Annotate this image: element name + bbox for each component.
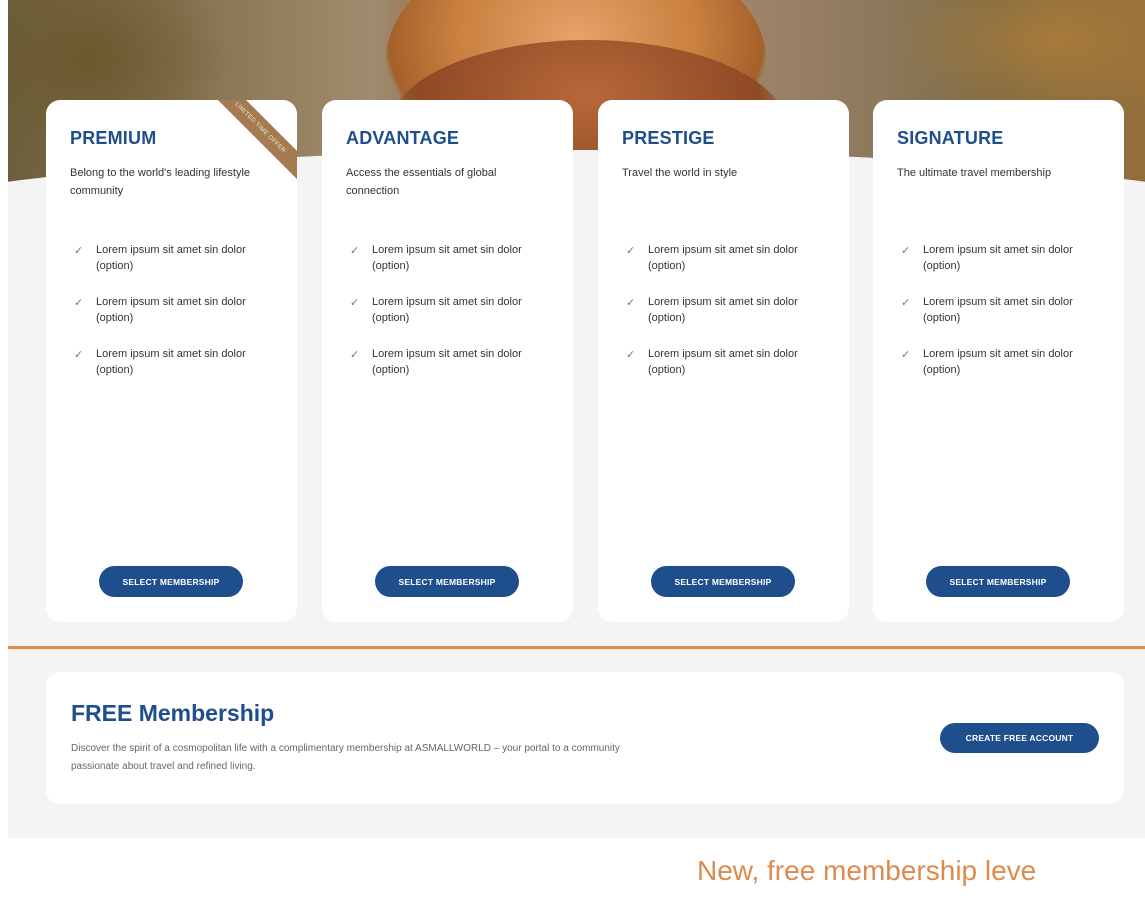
create-free-account-button[interactable]: CREATE FREE ACCOUNT [940,723,1099,753]
plan-title: PRESTIGE [622,128,715,148]
plan-card-signature: SIGNATURE The ultimate travel membership… [873,100,1124,622]
plan-feature-text: Lorem ipsum sit amet sin dolor (option) [372,348,522,376]
select-membership-button[interactable]: SELECT MEMBERSHIP [375,566,519,597]
plan-feature-text: Lorem ipsum sit amet sin dolor (option) [96,296,246,324]
plan-feature-text: Lorem ipsum sit amet sin dolor (option) [648,244,798,272]
plan-card-premium: LIMITED TIME OFFER PREMIUM Belong to the… [46,100,297,622]
plan-features: ✓ Lorem ipsum sit amet sin dolor (option)… [626,242,818,398]
plan-description: The ultimate travel membership [897,167,1052,179]
check-icon: ✓ [626,297,636,309]
plan-title: PREMIUM [70,128,157,148]
check-icon: ✓ [626,349,636,361]
plan-feature-text: Lorem ipsum sit amet sin dolor (option) [96,244,246,272]
page-frame: LIMITED TIME OFFER PREMIUM Belong to the… [8,0,1145,838]
free-membership-title: FREE Membership [71,700,275,726]
free-membership-card: FREE Membership Discover the spirit of a… [46,672,1124,804]
select-membership-button[interactable]: SELECT MEMBERSHIP [926,566,1070,597]
plan-feature-text: Lorem ipsum sit amet sin dolor (option) [372,244,522,272]
select-membership-button[interactable]: SELECT MEMBERSHIP [99,566,243,597]
free-membership-description: Discover the spirit of a cosmopolitan li… [71,743,620,772]
caption-text: New, free membership leve [697,855,1037,886]
check-icon: ✓ [350,297,360,309]
check-icon: ✓ [74,297,84,309]
plan-feature-text: Lorem ipsum sit amet sin dolor (option) [923,348,1073,376]
plan-feature: ✓ Lorem ipsum sit amet sin dolor (option) [626,294,818,346]
plan-feature-text: Lorem ipsum sit amet sin dolor (option) [923,244,1073,272]
plan-feature: ✓ Lorem ipsum sit amet sin dolor (option) [350,294,542,346]
plan-feature: ✓ Lorem ipsum sit amet sin dolor (option) [350,242,542,294]
plan-feature: ✓ Lorem ipsum sit amet sin dolor (option) [74,294,266,346]
plan-feature: ✓ Lorem ipsum sit amet sin dolor (option) [626,346,818,398]
plan-description: Travel the world in style [622,167,738,179]
plan-description: Belong to the world's leading lifestyle … [70,167,251,197]
check-icon: ✓ [901,349,911,361]
check-icon: ✓ [350,349,360,361]
plan-card-advantage: ADVANTAGE Access the essentials of globa… [322,100,573,622]
plan-card-prestige: PRESTIGE Travel the world in style ✓ Lore… [598,100,849,622]
check-icon: ✓ [350,245,360,257]
plan-description: Access the essentials of global connecti… [346,167,497,197]
plan-feature: ✓ Lorem ipsum sit amet sin dolor (option) [74,346,266,398]
plan-features: ✓ Lorem ipsum sit amet sin dolor (option)… [74,242,266,398]
plan-feature-text: Lorem ipsum sit amet sin dolor (option) [648,348,798,376]
plan-feature: ✓ Lorem ipsum sit amet sin dolor (option) [626,242,818,294]
plan-feature: ✓ Lorem ipsum sit amet sin dolor (option) [350,346,542,398]
check-icon: ✓ [626,245,636,257]
plan-feature: ✓ Lorem ipsum sit amet sin dolor (option) [901,346,1093,398]
plan-feature: ✓ Lorem ipsum sit amet sin dolor (option) [901,294,1093,346]
plan-title: ADVANTAGE [346,128,460,148]
plan-feature: ✓ Lorem ipsum sit amet sin dolor (option) [74,242,266,294]
plan-feature-text: Lorem ipsum sit amet sin dolor (option) [372,296,522,324]
section-divider [8,646,1145,649]
check-icon: ✓ [901,245,911,257]
plan-feature: ✓ Lorem ipsum sit amet sin dolor (option) [901,242,1093,294]
plan-title: SIGNATURE [897,128,1004,148]
check-icon: ✓ [74,245,84,257]
check-icon: ✓ [74,349,84,361]
plan-features: ✓ Lorem ipsum sit amet sin dolor (option)… [901,242,1093,398]
check-icon: ✓ [901,297,911,309]
plan-feature-text: Lorem ipsum sit amet sin dolor (option) [923,296,1073,324]
plan-feature-text: Lorem ipsum sit amet sin dolor (option) [648,296,798,324]
plan-features: ✓ Lorem ipsum sit amet sin dolor (option)… [350,242,542,398]
plan-feature-text: Lorem ipsum sit amet sin dolor (option) [96,348,246,376]
select-membership-button[interactable]: SELECT MEMBERSHIP [651,566,795,597]
